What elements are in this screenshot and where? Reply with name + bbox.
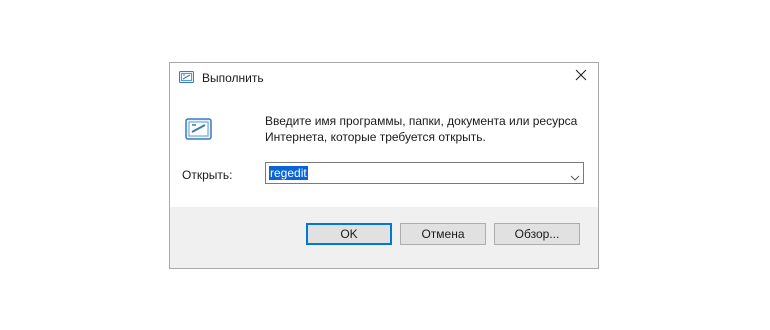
- run-icon: [185, 116, 213, 142]
- close-button[interactable]: [564, 63, 598, 91]
- close-icon: [575, 68, 587, 86]
- open-label: Открыть:: [182, 168, 233, 182]
- open-input-value[interactable]: regedit: [269, 166, 308, 180]
- instruction-line-1: Введите имя программы, папки, документа …: [265, 114, 578, 128]
- open-combobox[interactable]: regedit: [265, 162, 584, 184]
- instruction-text: Введите имя программы, папки, документа …: [265, 113, 590, 145]
- run-dialog: Выполнить Введите имя программы, папки, …: [169, 62, 599, 269]
- browse-button[interactable]: Обзор...: [494, 223, 580, 245]
- button-bar: OK Отмена Обзор...: [170, 207, 598, 268]
- title-bar[interactable]: Выполнить: [170, 63, 598, 93]
- ok-button[interactable]: OK: [306, 223, 392, 245]
- instruction-line-2: Интернета, которые требуется открыть.: [265, 130, 486, 144]
- chevron-down-icon[interactable]: [570, 169, 580, 181]
- dialog-content: Введите имя программы, папки, документа …: [170, 93, 598, 207]
- window-title: Выполнить: [202, 71, 264, 85]
- run-icon: [179, 70, 195, 84]
- cancel-button[interactable]: Отмена: [400, 223, 486, 245]
